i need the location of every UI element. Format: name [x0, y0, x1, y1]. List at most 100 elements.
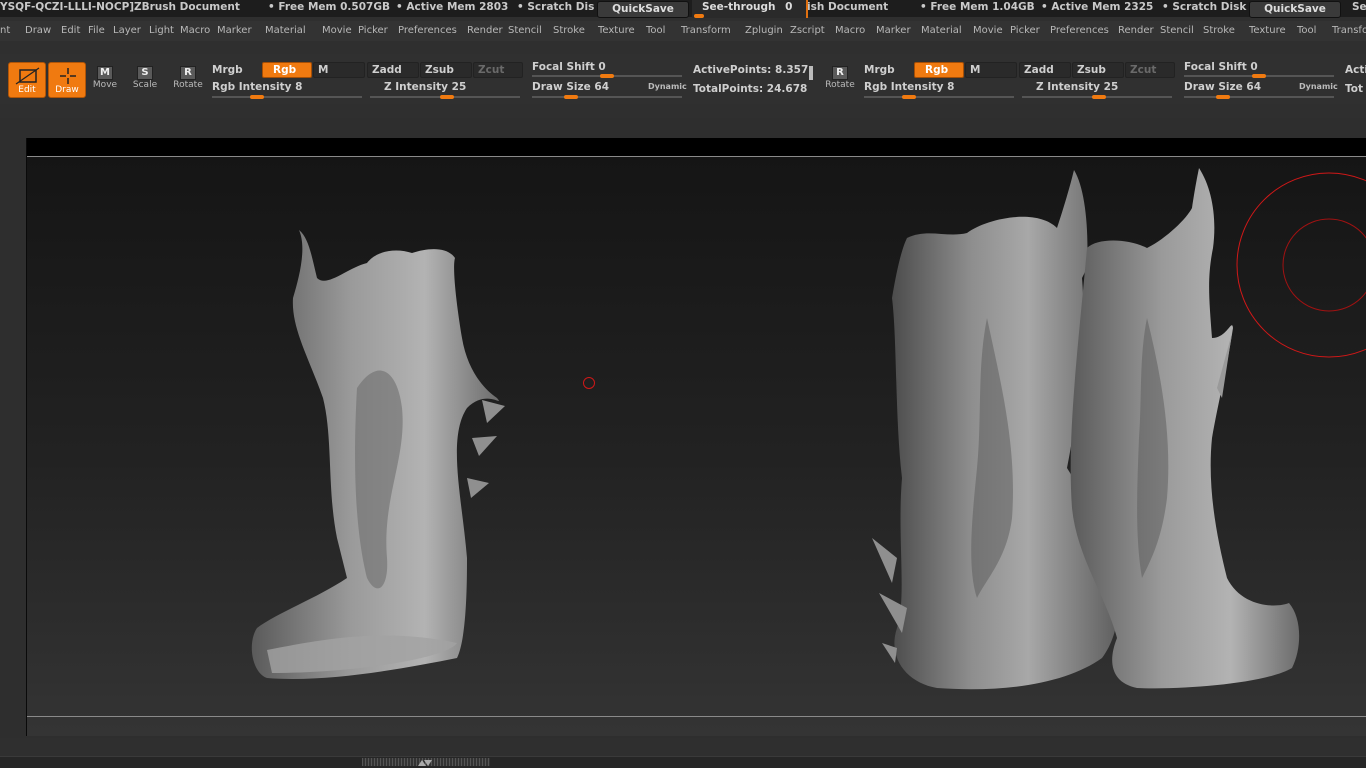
menu-item[interactable]: Transform: [681, 25, 731, 36]
active-mem-2: • Active Mem 2325: [1041, 1, 1154, 13]
brush-inner-ring: [1282, 218, 1366, 312]
document-id: YSQF-QCZI-LLLI-NOCP]: [0, 1, 135, 13]
mrgb-button[interactable]: Mrgb: [212, 64, 243, 76]
z-intensity-track-2[interactable]: [1022, 95, 1172, 99]
menu-item-2[interactable]: Texture: [1249, 25, 1286, 36]
dynamic-toggle-2[interactable]: Dynamic: [1299, 82, 1338, 91]
z-intensity-knob[interactable]: [440, 95, 454, 99]
rotate-button-2[interactable]: R Rotate: [823, 66, 857, 98]
menu-item[interactable]: Stencil: [508, 25, 542, 36]
menu-item[interactable]: Picker: [358, 25, 388, 36]
rotate-icon: R: [180, 66, 196, 80]
m-button[interactable]: M: [313, 62, 365, 78]
menu-item[interactable]: Layer: [113, 25, 141, 36]
rgb-intensity-knob-2[interactable]: [902, 95, 916, 99]
menu-item[interactable]: File: [88, 25, 105, 36]
menu-item[interactable]: Draw: [25, 25, 51, 36]
total-points-trunc: Tot: [1345, 83, 1364, 95]
draw-size-track[interactable]: [532, 95, 682, 99]
edit-button[interactable]: Edit: [8, 62, 46, 98]
rgb-button-2[interactable]: Rgb: [914, 62, 964, 78]
m-button-2[interactable]: M: [965, 62, 1017, 78]
scale-label: Scale: [132, 80, 158, 90]
mrgb-button-2[interactable]: Mrgb: [864, 64, 895, 76]
menu-item-2[interactable]: Movie: [973, 25, 1003, 36]
sculpt-scene[interactable]: [27, 138, 1366, 736]
scale-button[interactable]: S Scale: [128, 66, 162, 98]
see-through-slider[interactable]: See-through 0: [692, 0, 808, 18]
z-intensity-knob-2[interactable]: [1092, 95, 1106, 99]
menu-item-2[interactable]: Transfo: [1332, 25, 1366, 36]
menu-item-2[interactable]: Stencil: [1160, 25, 1194, 36]
rotate-icon-2: R: [832, 66, 848, 80]
rgb-intensity-track[interactable]: [212, 95, 362, 99]
menu-item-2[interactable]: Macro: [835, 25, 865, 36]
m-label-2: M: [970, 64, 981, 76]
m-label: M: [318, 64, 329, 76]
menu-item[interactable]: Stroke: [553, 25, 585, 36]
z-intensity-slider[interactable]: Z Intensity 25: [384, 81, 466, 93]
rgb-button[interactable]: Rgb: [262, 62, 312, 78]
menu-item-2[interactable]: Tool: [1297, 25, 1316, 36]
menu-item[interactable]: Tool: [646, 25, 665, 36]
menu-item[interactable]: Light: [149, 25, 174, 36]
zcut-button-2[interactable]: Zcut: [1125, 62, 1175, 78]
expand-arrows-icon[interactable]: [416, 758, 434, 767]
menu-item[interactable]: Marker: [217, 25, 252, 36]
quicksave-button-2[interactable]: QuickSave: [1249, 1, 1341, 18]
quicksave-button[interactable]: QuickSave: [597, 1, 689, 18]
zsub-button[interactable]: Zsub: [420, 62, 472, 78]
menu-item[interactable]: Render: [467, 25, 503, 36]
zsub-button-2[interactable]: Zsub: [1072, 62, 1124, 78]
zbrush-window: YSQF-QCZI-LLLI-NOCP] ZBrush Document • F…: [0, 0, 1366, 768]
menu-item[interactable]: Preferences: [398, 25, 457, 36]
menu-item-2[interactable]: Stroke: [1203, 25, 1235, 36]
menu-item[interactable]: Texture: [598, 25, 635, 36]
menu-item[interactable]: Zscript: [790, 25, 825, 36]
focal-shift-slider[interactable]: Focal Shift 0: [532, 61, 606, 73]
draw-size-slider[interactable]: Draw Size 64: [532, 81, 609, 93]
rotate-button[interactable]: R Rotate: [171, 66, 205, 98]
focal-shift-knob-2[interactable]: [1252, 74, 1266, 78]
zsub-label-2: Zsub: [1077, 64, 1106, 76]
focal-shift-knob[interactable]: [600, 74, 614, 78]
see-through-knob[interactable]: [694, 14, 704, 18]
draw-size-knob-2[interactable]: [1216, 95, 1230, 99]
rgb-intensity-track-2[interactable]: [864, 95, 1014, 99]
top-shelf: Edit Draw M Move S Scale R Rotate Mrgb R…: [0, 54, 1366, 104]
menu-item[interactable]: Material: [265, 25, 306, 36]
menu-item-2[interactable]: Marker: [876, 25, 911, 36]
menu-item-2[interactable]: Picker: [1010, 25, 1040, 36]
zcut-button[interactable]: Zcut: [473, 62, 523, 78]
focal-shift-track-2[interactable]: [1184, 74, 1334, 78]
menu-item[interactable]: Movie: [322, 25, 352, 36]
draw-size-knob[interactable]: [564, 95, 578, 99]
zadd-button-2[interactable]: Zadd: [1019, 62, 1071, 78]
draw-size-slider-2[interactable]: Draw Size 64: [1184, 81, 1261, 93]
menu-item[interactable]: Macro: [180, 25, 210, 36]
zadd-label: Zadd: [372, 64, 402, 76]
scratch-disk: • Scratch Dis: [517, 1, 595, 13]
menu-item[interactable]: Zplugin: [745, 25, 783, 36]
draw-button[interactable]: Draw: [48, 62, 86, 98]
menu-item-2[interactable]: Material: [921, 25, 962, 36]
menu-item[interactable]: Edit: [61, 25, 80, 36]
menu-item[interactable]: nt: [0, 25, 10, 36]
z-intensity-track[interactable]: [370, 95, 520, 99]
menu-item-2[interactable]: Preferences: [1050, 25, 1109, 36]
focal-shift-slider-2[interactable]: Focal Shift 0: [1184, 61, 1258, 73]
rgb-intensity-knob[interactable]: [250, 95, 264, 99]
rgb-intensity-slider-2[interactable]: Rgb Intensity 8: [864, 81, 954, 93]
rgb-intensity-slider[interactable]: Rgb Intensity 8: [212, 81, 302, 93]
edit-icon: [15, 67, 40, 85]
draw-size-track-2[interactable]: [1184, 95, 1334, 99]
dynamic-toggle[interactable]: Dynamic: [648, 82, 687, 91]
menu-item-2[interactable]: Render: [1118, 25, 1154, 36]
zadd-button[interactable]: Zadd: [367, 62, 419, 78]
focal-shift-track[interactable]: [532, 74, 682, 78]
z-intensity-slider-2[interactable]: Z Intensity 25: [1036, 81, 1118, 93]
document-canvas[interactable]: [26, 138, 1366, 736]
move-button[interactable]: M Move: [88, 66, 122, 98]
free-mem-2: • Free Mem 1.04GB: [920, 1, 1035, 13]
left-boot-model: [251, 230, 505, 679]
